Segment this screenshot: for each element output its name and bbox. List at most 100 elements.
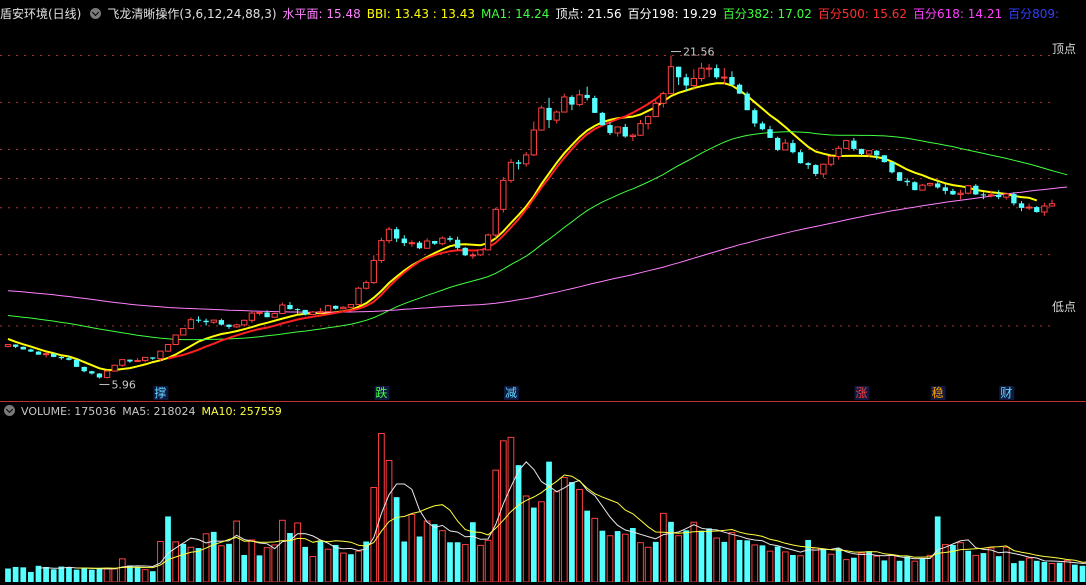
candle (821, 164, 826, 178)
volume-bar (546, 462, 552, 582)
candle-body (882, 155, 887, 162)
volume-bar (356, 551, 362, 582)
volume-bar (1080, 566, 1086, 582)
candle-body (432, 241, 437, 244)
candle-body (813, 165, 818, 174)
candle (82, 367, 87, 373)
signal-mark: 涨 (854, 385, 869, 400)
volume-bar (409, 515, 415, 583)
candle-body (950, 191, 955, 195)
candle-body (501, 180, 506, 209)
candle-body (485, 235, 490, 250)
signal-mark: 稳 (931, 385, 946, 400)
volume-bar (135, 567, 141, 582)
candle (363, 281, 368, 290)
volume-bar (645, 547, 651, 582)
indicator-value: 百分382: 17.02 (723, 7, 812, 21)
candle (112, 365, 117, 372)
candle-body (630, 135, 635, 136)
candle-body (653, 103, 658, 116)
volume-bar (920, 559, 926, 582)
candle (28, 349, 33, 352)
volume-bar (904, 557, 910, 582)
candle (554, 111, 559, 124)
volume-bar (577, 489, 583, 582)
chevron-down-icon[interactable] (4, 405, 15, 416)
candle-body (905, 181, 910, 182)
candle (485, 234, 490, 251)
candle-body (325, 306, 330, 312)
volume-bar (219, 546, 225, 582)
volume-bar (615, 531, 621, 582)
candle-body (607, 125, 612, 133)
candle-body (13, 345, 18, 347)
candle-body (981, 194, 986, 195)
candle-body (684, 77, 689, 85)
candle (706, 64, 711, 77)
candle-body (958, 193, 963, 194)
candle (104, 370, 109, 378)
candle-body (249, 313, 254, 320)
candle (5, 345, 10, 348)
signal-mark: 撑 (153, 385, 168, 400)
volume-chart[interactable] (0, 420, 1086, 582)
candle (371, 255, 376, 284)
volume-bar (432, 524, 438, 582)
candle (737, 83, 742, 93)
candle (584, 87, 589, 101)
candle-body (333, 306, 338, 309)
candle (684, 74, 689, 91)
candle-body (745, 94, 750, 111)
candle (539, 106, 544, 131)
candlestick-chart[interactable]: 21.565.96撑跌减涨稳财 (0, 22, 1086, 400)
candle-body (615, 127, 620, 133)
candle (516, 160, 521, 170)
candle (440, 236, 445, 245)
candle-body (714, 68, 719, 77)
indicator-value: 百分500: 15.62 (818, 7, 907, 21)
peak-axis-label: 顶点 (1052, 40, 1076, 57)
volume-bar (295, 523, 301, 582)
candle (356, 287, 361, 305)
candle (1034, 206, 1039, 213)
volume-bar (828, 554, 834, 582)
candle (920, 184, 925, 190)
volume-pane (0, 420, 1086, 582)
volume-bar (821, 549, 827, 582)
volume-bar (927, 555, 933, 582)
chevron-down-icon[interactable] (90, 8, 101, 19)
candle-body (127, 360, 132, 362)
volume-bar (584, 511, 590, 582)
candle (181, 329, 186, 336)
signal-text: 撑 (154, 385, 166, 400)
volume-bar (264, 548, 270, 582)
series-line (8, 132, 1067, 340)
candle (394, 227, 399, 242)
volume-bar (97, 569, 103, 583)
candle-body (783, 143, 788, 150)
candle-body (897, 172, 902, 180)
candle-body (844, 141, 849, 149)
candle-body (996, 195, 1001, 197)
volume-bar (158, 542, 164, 583)
indicator-header: 盾安环境(日线)飞龙清晰操作(3,6,12,24,88,3)水平面: 15.48… (0, 4, 1060, 24)
volume-bar (851, 558, 857, 582)
candle (249, 311, 254, 322)
candle-body (1019, 203, 1024, 208)
candle-body (242, 320, 247, 325)
candle-body (66, 358, 71, 360)
indicator-value: 百分198: 19.29 (628, 7, 717, 21)
candle-body (394, 229, 399, 238)
candle-body (722, 77, 727, 78)
volume-bar (607, 536, 613, 582)
candle (630, 134, 635, 141)
volume-bar (203, 534, 209, 582)
volume-bar (485, 540, 491, 582)
indicator-value: 百分809: 11.94 (1008, 7, 1060, 21)
volume-bar (241, 555, 247, 582)
candle (645, 115, 650, 129)
candle (280, 303, 285, 314)
candle (752, 108, 757, 126)
candle-body (661, 94, 666, 104)
candle (295, 308, 300, 314)
